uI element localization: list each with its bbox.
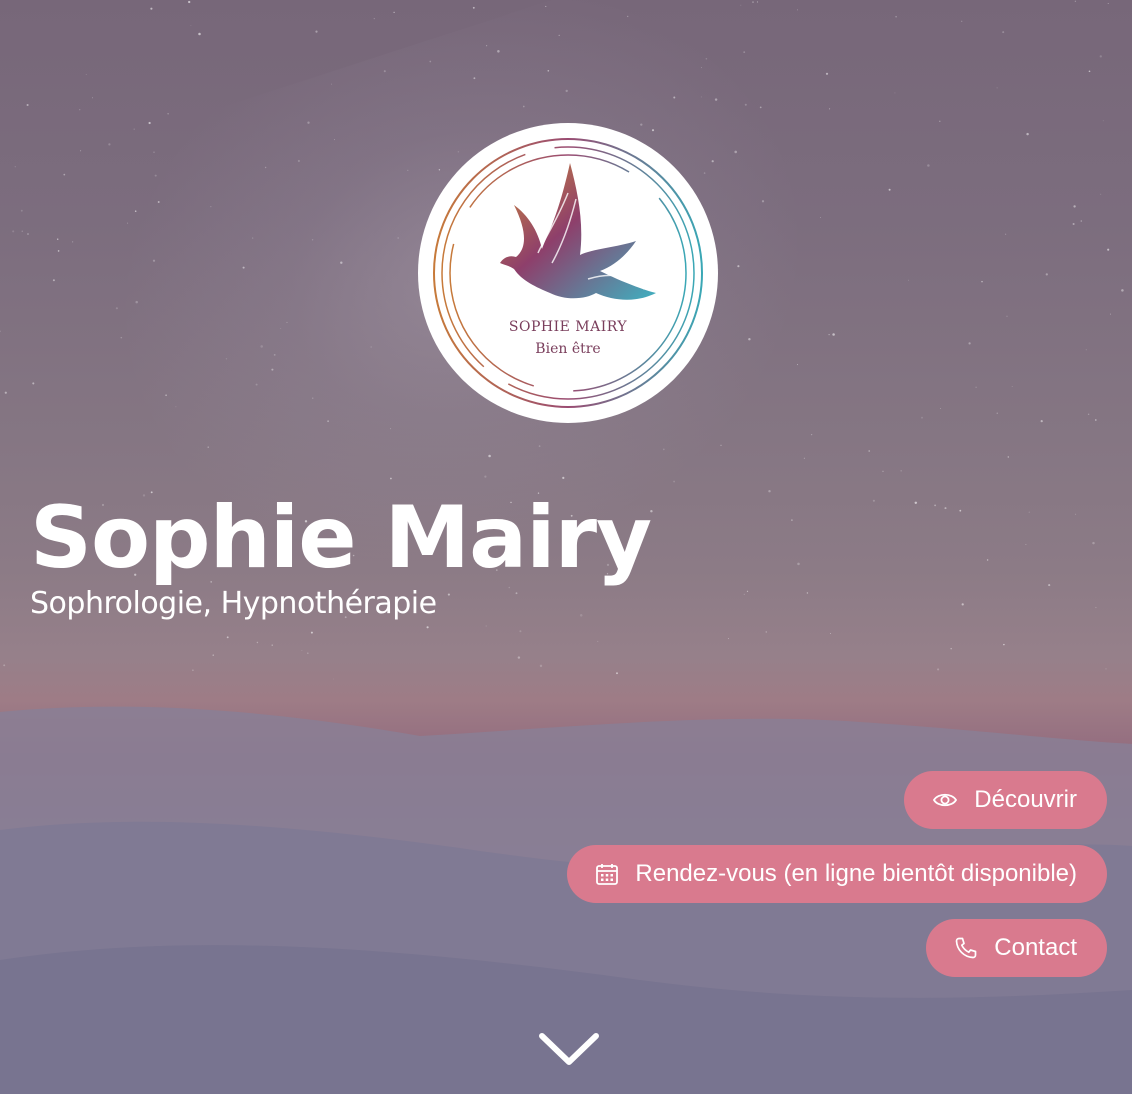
- eye-icon: [932, 790, 958, 810]
- appointment-button[interactable]: Rendez-vous (en ligne bientôt disponible…: [567, 845, 1107, 903]
- phone-icon: [954, 936, 978, 960]
- logo[interactable]: SOPHIE MAIRY Bien être: [418, 123, 718, 423]
- contact-button[interactable]: Contact: [926, 919, 1107, 977]
- calendar-icon: [595, 862, 619, 886]
- discover-label: Découvrir: [974, 786, 1077, 813]
- contact-label: Contact: [994, 934, 1077, 961]
- dove-icon: [433, 138, 703, 408]
- chevron-down-icon[interactable]: [538, 1030, 600, 1070]
- logo-tagline-text: Bien être: [535, 341, 601, 357]
- appointment-label: Rendez-vous (en ligne bientôt disponible…: [635, 860, 1077, 887]
- page-subtitle: Sophrologie, Hypnothérapie: [30, 586, 437, 621]
- discover-button[interactable]: Découvrir: [904, 771, 1107, 829]
- page-title: Sophie Mairy: [30, 488, 652, 588]
- hero-section: SOPHIE MAIRY Bien être Sophie Mairy Soph…: [0, 0, 1132, 1094]
- logo-name-text: SOPHIE MAIRY: [508, 319, 628, 335]
